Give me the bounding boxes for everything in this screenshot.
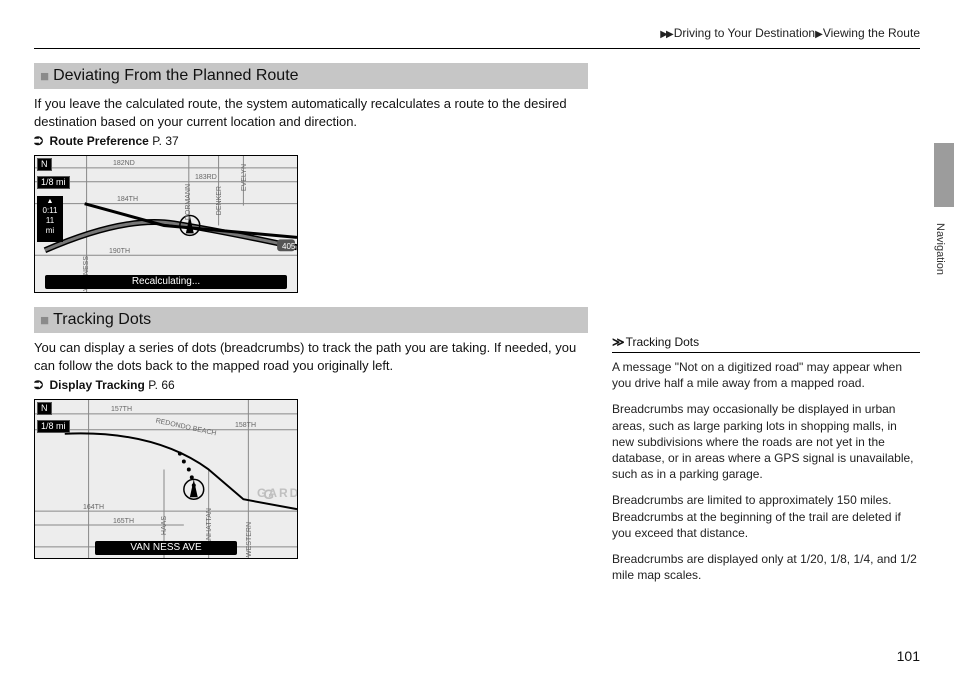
section-title: Tracking Dots <box>53 311 151 329</box>
street-label: 158TH <box>235 422 256 429</box>
bg-text: GARD <box>257 486 298 500</box>
ref-label: Route Preference <box>49 134 148 148</box>
page-number: 101 <box>897 648 920 664</box>
map-screenshot-tracking: G 157TH 158TH 164TH 165TH 167TH REDONDO … <box>34 399 298 559</box>
sidebar-note-heading: ≫Tracking Dots <box>612 333 920 353</box>
section1-body: If you leave the calculated route, the s… <box>34 95 588 130</box>
freeway-shield: 405 <box>282 242 295 251</box>
sidebar-note-p2: Breadcrumbs may occasionally be displaye… <box>612 401 920 482</box>
scale-badge: 1/8 mi <box>37 176 70 189</box>
angle-icon: ≫ <box>612 335 623 349</box>
street-label: 165TH <box>113 518 134 525</box>
north-badge: N <box>37 158 52 171</box>
sidebar-note-p3: Breadcrumbs are limited to approximately… <box>612 492 920 541</box>
breadcrumb-arrow-icon: ▶▶ <box>660 29 671 40</box>
section-heading-deviating: ■ Deviating From the Planned Route <box>34 63 588 89</box>
breadcrumb: ▶▶Driving to Your Destination▶Viewing th… <box>34 20 920 49</box>
street-label: 182ND <box>113 160 135 167</box>
sidebar-note-title: Tracking Dots <box>626 335 700 349</box>
ref-label: Display Tracking <box>49 378 144 392</box>
north-badge: N <box>37 402 52 415</box>
breadcrumb-level1: Driving to Your Destination <box>674 26 815 40</box>
map-status-bar: Recalculating... <box>45 275 287 289</box>
sidebar-note-p1: A message "Not on a digitized road" may … <box>612 359 920 391</box>
chapter-label: Navigation <box>934 223 946 275</box>
street-label: DENKER <box>216 186 223 215</box>
street-label: 157TH <box>111 406 132 413</box>
street-label: 183RD <box>195 174 217 181</box>
street-label: WESTERN <box>246 522 253 557</box>
map-side-panel: ▲ 0:11 11 mi <box>37 196 63 242</box>
square-bullet-icon: ■ <box>40 68 49 85</box>
street-label: DORMANN <box>185 184 192 220</box>
section1-reference: ⮊ Route Preference P. 37 <box>34 134 588 149</box>
scale-badge: 1/8 mi <box>37 420 70 433</box>
sidebar-note-tracking-dots: ≫Tracking Dots A message "Not on a digit… <box>612 333 920 583</box>
breadcrumb-level2: Viewing the Route <box>823 26 920 40</box>
square-bullet-icon: ■ <box>40 312 49 329</box>
link-icon: ⮊ <box>34 378 43 392</box>
street-label: 190TH <box>109 248 130 255</box>
street-label: EVELYN <box>241 164 248 191</box>
map-roads-icon <box>35 156 297 293</box>
map-screenshot-recalculating: 182ND 183RD 184TH 190TH DORMANN DENKER E… <box>34 155 298 293</box>
ref-page: P. 37 <box>152 134 178 148</box>
map-street-bar: VAN NESS AVE <box>95 541 237 555</box>
ref-page: P. 66 <box>148 378 174 392</box>
section-title: Deviating From the Planned Route <box>53 67 298 85</box>
breadcrumb-arrow-icon: ▶ <box>815 29 821 40</box>
street-label: 164TH <box>83 504 104 511</box>
street-label: 184TH <box>117 196 138 203</box>
eta-dist: 11 <box>37 216 63 226</box>
section2-reference: ⮊ Display Tracking P. 66 <box>34 378 588 393</box>
eta-unit: mi <box>37 226 63 236</box>
section2-body: You can display a series of dots (breadc… <box>34 339 588 374</box>
sidebar-note-p4: Breadcrumbs are displayed only at 1/20, … <box>612 551 920 583</box>
link-icon: ⮊ <box>34 134 43 148</box>
eta-time: 0:11 <box>37 206 63 216</box>
section-heading-tracking-dots: ■ Tracking Dots <box>34 307 588 333</box>
chapter-tab <box>934 143 954 207</box>
street-label: HAAS <box>161 516 168 535</box>
